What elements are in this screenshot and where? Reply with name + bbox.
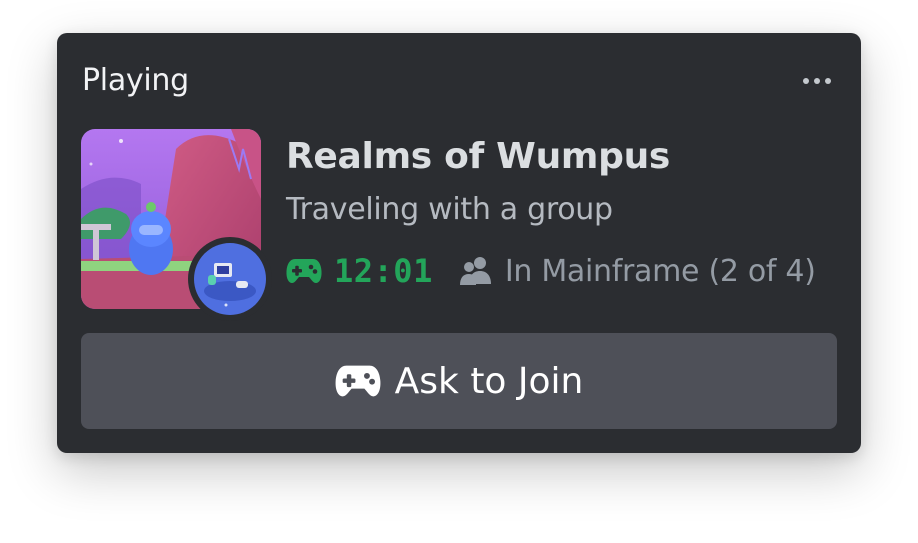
more-icon-dot	[803, 78, 809, 84]
ask-to-join-label: Ask to Join	[394, 360, 584, 402]
activity-meta-row: 12:01 In Mainframe (2 of 4)	[286, 251, 816, 291]
gamepad-icon	[335, 365, 381, 397]
party-status: In Mainframe (2 of 4)	[459, 254, 816, 289]
party-scene-icon	[194, 243, 266, 315]
more-icon-dot	[814, 78, 820, 84]
ask-to-join-button[interactable]: Ask to Join	[81, 333, 837, 429]
activity-state: Traveling with a group	[286, 192, 613, 227]
people-icon	[459, 257, 491, 285]
game-title: Realms of Wumpus	[286, 136, 671, 177]
gamepad-icon	[286, 259, 322, 283]
party-size-text: In Mainframe (2 of 4)	[504, 253, 816, 289]
more-icon-dot	[825, 78, 831, 84]
activity-header: Playing	[82, 63, 189, 98]
small-image-frame	[188, 237, 272, 321]
more-options-button[interactable]	[797, 67, 837, 95]
elapsed-timer: 12:01	[286, 252, 433, 290]
elapsed-time-value: 12:01	[334, 252, 433, 290]
activity-card: Playing Realms of Wumpus Traveling with …	[57, 33, 861, 453]
